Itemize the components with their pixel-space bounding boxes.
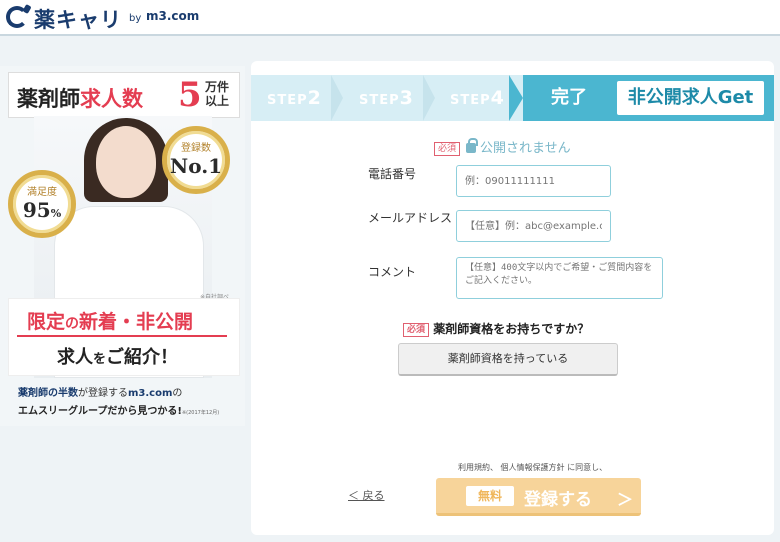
footer-half: 薬剤師の半数 xyxy=(18,388,78,399)
m3-logo: m3.com xyxy=(146,9,200,23)
medal-label: 登録数 xyxy=(181,143,211,154)
banner-title-b: 求人数 xyxy=(80,87,143,111)
banner-unit-1: 万件 xyxy=(205,80,230,94)
limited-jobs: 求人 xyxy=(57,347,93,368)
banner-headline: 薬剤師求人数 5 万件 以上 xyxy=(8,72,240,118)
limited-box: 限定の新着・非公開 求人をご紹介！ xyxy=(8,298,240,376)
register-label: 登録する xyxy=(524,490,592,510)
comment-label: コメント xyxy=(368,265,417,279)
limited-new: 新着・非公開 xyxy=(79,311,194,333)
step-progress: STEP2 STEP3 STEP4 完了 非公開求人Get xyxy=(251,75,774,121)
medal-unit: % xyxy=(50,207,62,220)
medal-value: No.1 xyxy=(169,154,223,178)
step-prefix: STEP xyxy=(359,93,400,108)
qualification-question: 必須 薬剤師資格をお持ちですか？ xyxy=(403,320,589,337)
medal-number: 95 xyxy=(22,198,51,222)
terms-agreement[interactable]: 利用規約、 個人情報保護方針 に同意し、 xyxy=(458,462,607,473)
limited-word: 限定 xyxy=(27,311,66,333)
limited-line-1: 限定の新着・非公開 xyxy=(27,307,193,334)
banner-unit-2: 以上 xyxy=(205,94,230,108)
registration-card: STEP2 STEP3 STEP4 完了 非公開求人Get 必須 公開されません … xyxy=(251,61,774,535)
registration-medal: 登録数 No.1 xyxy=(162,126,230,194)
step-chevron-icon xyxy=(423,75,435,121)
required-badge: 必須 xyxy=(434,141,461,156)
qualification-text: 薬剤師資格をお持ちですか？ xyxy=(433,322,590,336)
logo-by: by xyxy=(129,13,142,24)
site-header: 薬キャリ by m3.com xyxy=(0,0,780,36)
has-qualification-button[interactable]: 薬剤師資格を持っている xyxy=(398,343,618,376)
medal-label: 満足度 xyxy=(27,187,57,198)
step-prefix: STEP xyxy=(267,93,308,108)
footer-m3: m3.com xyxy=(128,388,173,399)
limited-divider xyxy=(17,335,227,337)
satisfaction-medal: 満足度 95% xyxy=(8,170,76,238)
banner-unit: 万件 以上 xyxy=(205,80,229,108)
logo-text[interactable]: 薬キャリ xyxy=(34,4,122,34)
step-prefix: STEP xyxy=(450,93,491,108)
step-number: 4 xyxy=(490,87,505,109)
limited-line-2: 求人をご紹介！ xyxy=(57,343,178,369)
limited-particle-2: を xyxy=(93,352,107,367)
step-complete-label: 完了 xyxy=(551,87,587,108)
banner-title-a: 薬剤師 xyxy=(17,87,80,111)
footer-note: ※(2017年12月) xyxy=(181,410,220,416)
email-label: メールアドレス xyxy=(368,211,453,225)
register-button[interactable]: 無料 登録する ＞ xyxy=(436,478,641,516)
back-link[interactable]: ＜ 戻る xyxy=(348,487,385,503)
photo-face xyxy=(96,126,156,198)
private-jobs-get-badge: 非公開求人Get xyxy=(617,81,764,115)
step-number: 2 xyxy=(307,87,322,109)
limited-introduce: ご紹介！ xyxy=(106,347,179,368)
promo-banner: 薬剤師求人数 5 万件以上 満足度 95% 登録数 No.1 ※自社調べ 限定の… xyxy=(0,66,245,426)
logo-icon xyxy=(6,6,28,28)
banner-big-number: 5 xyxy=(178,75,202,115)
step-number: 3 xyxy=(399,87,414,109)
step-2: STEP2 xyxy=(267,75,322,121)
comment-textarea[interactable] xyxy=(456,257,663,299)
banner-footer-1: 薬剤師の半数が登録するm3.comの xyxy=(18,384,182,399)
step-chevron-icon xyxy=(509,75,523,121)
limited-particle: の xyxy=(65,316,80,332)
banner-footer-2: エムスリーグループだから見つかる!※(2017年12月) xyxy=(18,402,219,417)
footer-registered: が登録する xyxy=(78,388,128,399)
lock-icon xyxy=(466,138,479,153)
privacy-note: 必須 公開されません xyxy=(434,137,571,156)
medal-value: 95% xyxy=(13,198,71,222)
footer-no: の xyxy=(172,388,183,399)
free-badge: 無料 xyxy=(466,486,514,506)
step-chevron-icon xyxy=(331,75,343,121)
phone-label: 電話番号 xyxy=(368,167,417,181)
chevron-right-icon: ＞ xyxy=(617,490,634,509)
email-input[interactable] xyxy=(456,210,611,242)
step-4: STEP4 xyxy=(450,75,505,121)
required-badge: 必須 xyxy=(403,322,430,337)
privacy-text: 公開されません xyxy=(480,141,571,156)
footer-group: エムスリーグループだから見つかる! xyxy=(18,406,182,417)
phone-input[interactable] xyxy=(456,165,611,197)
step-3: STEP3 xyxy=(359,75,414,121)
